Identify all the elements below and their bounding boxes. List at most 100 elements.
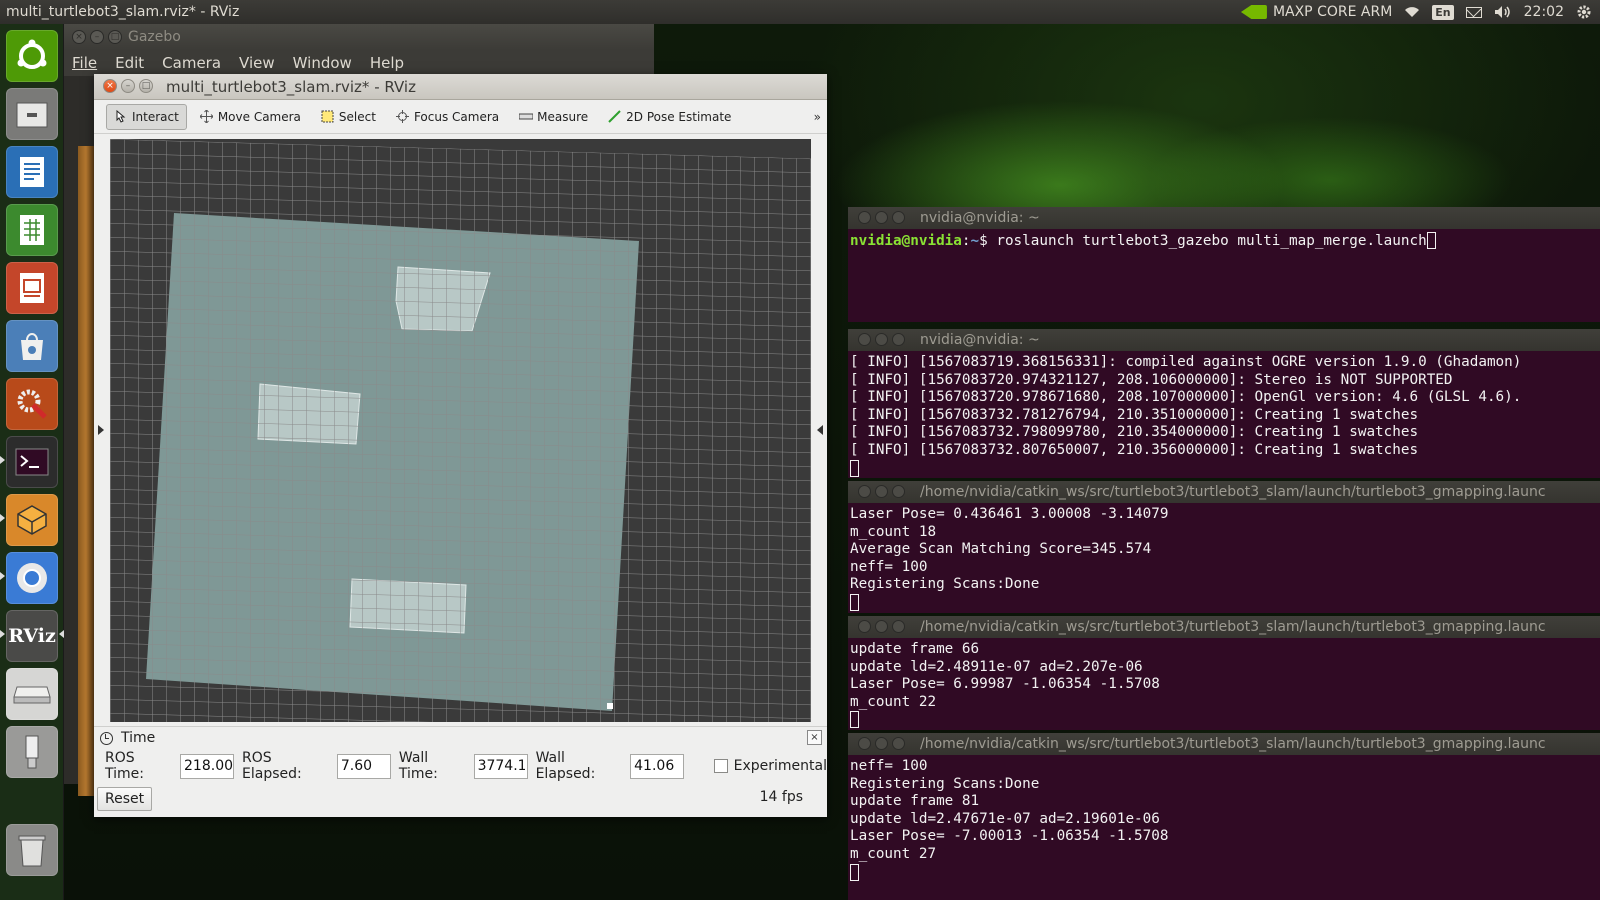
chromium-icon[interactable] [6, 552, 58, 604]
rviz-title: multi_turtlebot3_slam.rviz* - RViz [166, 77, 416, 96]
tool-move-camera[interactable]: Move Camera [193, 104, 308, 130]
ubuntu-dash-icon[interactable] [6, 30, 58, 82]
log-line: [ INFO] [1567083719.368156331]: compiled… [850, 354, 1522, 370]
active-window-title: multi_turtlebot3_slam.rviz* - RViz [6, 4, 240, 20]
toolbar-overflow-button[interactable]: » [814, 110, 821, 124]
maximize-icon[interactable] [892, 211, 905, 224]
wifi-icon[interactable] [1404, 6, 1420, 18]
close-icon[interactable]: × [807, 730, 822, 745]
log-line: [ INFO] [1567083720.974321127, 208.10600… [850, 371, 1453, 388]
drive-icon[interactable] [6, 668, 58, 720]
terminal-running-indicator [0, 456, 5, 464]
tool-2d-pose-estimate[interactable]: 2D Pose Estimate [601, 104, 738, 130]
close-icon[interactable] [858, 737, 871, 750]
reset-button[interactable]: Reset [97, 787, 153, 811]
system-settings-icon[interactable] [6, 378, 58, 430]
trash-icon[interactable] [6, 824, 58, 876]
experimental-checkbox[interactable] [714, 759, 728, 773]
mail-icon[interactable] [1465, 6, 1482, 18]
rviz-icon[interactable]: RViz [6, 610, 58, 662]
ros-elapsed-field[interactable] [336, 753, 391, 779]
close-icon[interactable]: × [103, 79, 117, 93]
minimize-icon[interactable] [875, 211, 888, 224]
terminal-title: nvidia@nvidia: ~ [920, 332, 1040, 348]
tool-interact[interactable]: Interact [106, 103, 187, 130]
focus-camera-icon [395, 110, 409, 123]
clock-icon [100, 731, 113, 745]
wall-time-field[interactable] [473, 753, 528, 779]
terminal-window-controls [858, 737, 905, 750]
close-icon[interactable]: × [72, 30, 86, 44]
keyboard-layout-indicator[interactable]: En [1432, 4, 1454, 20]
select-icon [321, 110, 334, 123]
close-icon[interactable] [858, 485, 871, 498]
maximize-icon[interactable]: □ [139, 79, 153, 93]
menu-window[interactable]: Window [293, 54, 352, 72]
clock[interactable]: 22:02 [1524, 4, 1564, 20]
maximize-icon[interactable]: □ [108, 30, 122, 44]
log-line: Registering Scans:Done [850, 775, 1040, 792]
gear-icon[interactable] [1576, 4, 1592, 20]
maximize-icon[interactable] [892, 333, 905, 346]
menu-edit[interactable]: Edit [115, 54, 144, 72]
minimize-icon[interactable] [875, 620, 888, 633]
terminal-output[interactable]: neff= 100 Registering Scans:Done update fr… [848, 755, 1600, 882]
time-panel-title: Time [121, 730, 156, 746]
virtualbox-icon[interactable] [6, 494, 58, 546]
log-line: Average Scan Matching Score=345.574 [850, 541, 1152, 558]
minimize-icon[interactable]: – [121, 79, 135, 93]
terminal-output[interactable]: [ INFO] [1567083719.368156331]: compiled… [848, 351, 1600, 478]
minimize-icon[interactable]: – [90, 30, 104, 44]
wall-elapsed-field[interactable] [630, 753, 685, 779]
log-line: [ INFO] [1567083720.978671680, 208.10700… [850, 389, 1522, 406]
log-line: Registering Scans:Done [850, 576, 1040, 593]
terminal-output[interactable]: nvidia@nvidia:~$ roslaunch turtlebot3_ga… [848, 229, 1600, 251]
log-line: Laser Pose= 0.436461 3.00008 -3.14079 [850, 506, 1169, 522]
text-cursor [850, 863, 859, 881]
rviz-window-controls: × – □ [103, 79, 153, 93]
chevron-left-icon [817, 425, 823, 435]
maximize-icon[interactable] [892, 620, 905, 633]
tool-select[interactable]: Select [314, 104, 383, 130]
menu-help[interactable]: Help [370, 54, 404, 72]
text-cursor [1426, 232, 1436, 249]
close-icon[interactable] [858, 211, 871, 224]
menu-view[interactable]: View [239, 54, 275, 72]
terminal-window-2: nvidia@nvidia: ~ [ INFO] [1567083719.368… [848, 329, 1600, 478]
close-icon[interactable] [858, 620, 871, 633]
ros-time-field[interactable] [180, 753, 235, 779]
close-icon[interactable] [858, 333, 871, 346]
right-panel-collapse-handle[interactable] [811, 139, 827, 722]
rviz-3d-viewport[interactable] [110, 139, 811, 722]
software-center-icon[interactable] [6, 320, 58, 372]
left-panel-collapse-handle[interactable] [94, 139, 110, 722]
log-line: update ld=2.48911e-07 ad=2.207e-06 [850, 658, 1143, 675]
minimize-icon[interactable] [875, 737, 888, 750]
pose-arrow-icon [608, 110, 621, 123]
tool-measure[interactable]: Measure [512, 104, 595, 130]
time-fields-row: ROS Time: ROS Elapsed: Wall Time: Wall E… [94, 749, 827, 783]
writer-icon[interactable] [6, 146, 58, 198]
command-line: roslaunch turtlebot3_gazebo multi_map_me… [996, 233, 1427, 249]
minimize-icon[interactable] [875, 485, 888, 498]
volume-icon[interactable] [1494, 5, 1512, 19]
log-line: update frame 66 [850, 641, 980, 657]
minimize-icon[interactable] [875, 333, 888, 346]
menu-file[interactable]: File [72, 54, 97, 72]
tool-focus-camera[interactable]: Focus Camera [389, 104, 506, 130]
terminal-title: /home/nvidia/catkin_ws/src/turtlebot3/tu… [920, 484, 1546, 500]
terminal-output[interactable]: Laser Pose= 0.436461 3.00008 -3.14079 m_c… [848, 503, 1600, 613]
log-line: Laser Pose= -7.00013 -1.06354 -1.5708 [850, 828, 1169, 845]
calc-icon[interactable] [6, 204, 58, 256]
terminal-icon[interactable] [6, 436, 58, 488]
impress-icon[interactable] [6, 262, 58, 314]
terminal-output[interactable]: update frame 66 update ld=2.48911e-07 ad=… [848, 638, 1600, 730]
usb-icon[interactable] [6, 726, 58, 778]
gazebo-titlebar: × – □ Gazebo [64, 24, 654, 50]
rviz-toolbar: Interact Move Camera Select Focus Camera… [94, 100, 827, 134]
maximize-icon[interactable] [892, 737, 905, 750]
files-icon[interactable] [6, 88, 58, 140]
menu-camera[interactable]: Camera [162, 54, 221, 72]
maximize-icon[interactable] [892, 485, 905, 498]
nvidia-power-mode[interactable]: MAXP CORE ARM [1240, 4, 1392, 20]
